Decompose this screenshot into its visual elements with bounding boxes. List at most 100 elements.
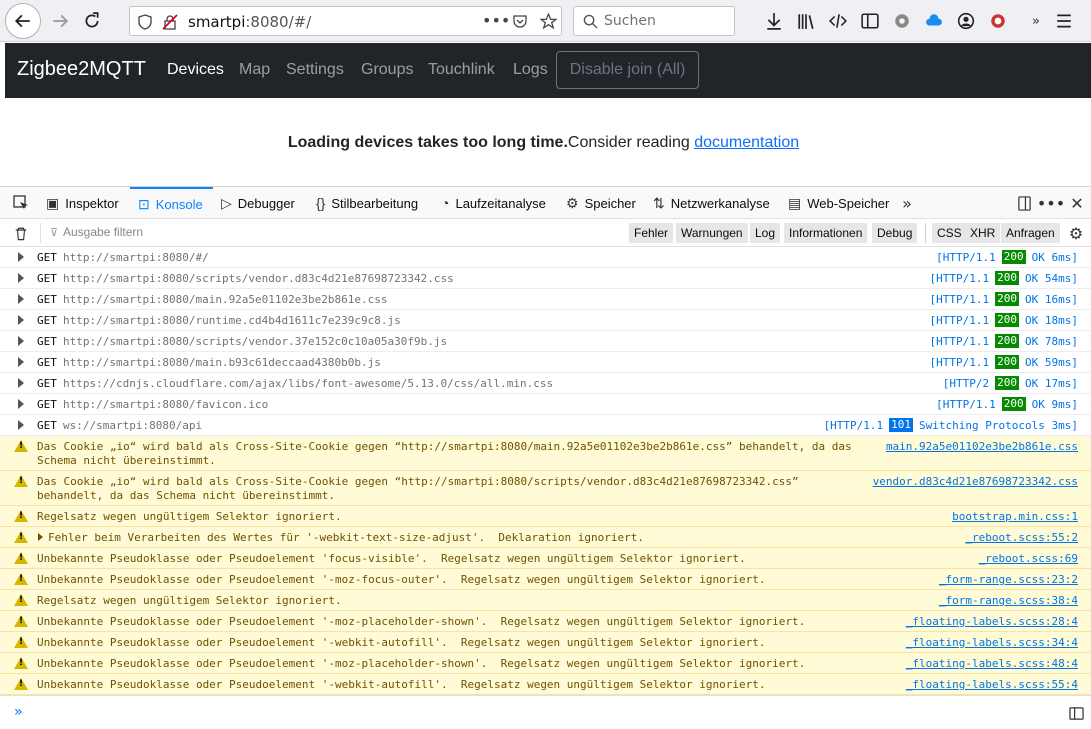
warning-row[interactable]: Fehler beim Verarbeiten des Wertes für '… xyxy=(0,527,1091,548)
network-icon: ⇅ xyxy=(653,194,665,211)
expand-triangle-icon[interactable] xyxy=(18,315,24,325)
warning-source-link[interactable]: _floating-labels.scss:34:4 xyxy=(906,636,1078,649)
devtools-panel: ▣ Inspektor ⊡ Konsole ▷ Debugger {} Stilbear… xyxy=(0,186,1091,729)
warning-source-link[interactable]: _floating-labels.scss:48:4 xyxy=(906,657,1078,670)
warning-source-link[interactable]: _reboot.scss:69 xyxy=(979,552,1078,565)
expand-triangle-icon[interactable] xyxy=(38,533,43,541)
search-icon xyxy=(583,14,598,29)
bookmark-star-icon[interactable] xyxy=(540,13,557,30)
disable-join-button[interactable]: Disable join (All) xyxy=(556,51,699,89)
filter-xhr-button[interactable]: XHR xyxy=(965,223,1001,243)
tab-inspector[interactable]: ▣ Inspektor xyxy=(46,187,119,219)
page-actions-icon[interactable]: ••• xyxy=(482,11,510,30)
dock-side-icon[interactable] xyxy=(1014,193,1034,213)
request-url: http://smartpi:8080/scripts/vendor.d83c4… xyxy=(63,272,454,285)
nav-settings[interactable]: Settings xyxy=(286,61,344,79)
expand-triangle-icon[interactable] xyxy=(18,294,24,304)
request-row[interactable]: GET http://smartpi:8080/runtime.cd4b4d16… xyxy=(0,310,1091,331)
request-row[interactable]: GET http://smartpi:8080/main.b93c61decca… xyxy=(0,352,1091,373)
cloud-extension-button[interactable] xyxy=(918,5,950,37)
warning-source-link[interactable]: bootstrap.min.css:1 xyxy=(952,510,1078,523)
status-code-badge: 200 xyxy=(1001,397,1026,411)
app-brand[interactable]: Zigbee2MQTT xyxy=(17,58,146,81)
more-tabs-icon[interactable]: » xyxy=(897,193,917,213)
account-button[interactable] xyxy=(950,5,982,37)
filter-css-button[interactable]: CSS xyxy=(932,223,967,243)
expand-triangle-icon[interactable] xyxy=(18,357,24,367)
filter-requests-button[interactable]: Anfragen xyxy=(1001,223,1060,243)
extension-button[interactable] xyxy=(886,5,918,37)
request-row[interactable]: GET https://cdnjs.cloudflare.com/ajax/li… xyxy=(0,373,1091,394)
menu-button[interactable] xyxy=(1048,5,1080,37)
warning-source-link[interactable]: _form-range.scss:38:4 xyxy=(939,594,1078,607)
warning-source-link[interactable]: _reboot.scss:55:2 xyxy=(965,531,1078,544)
filter-debug-button[interactable]: Debug xyxy=(872,223,918,243)
request-row[interactable]: GET http://smartpi:8080/scripts/vendor.3… xyxy=(0,331,1091,352)
addon-button[interactable] xyxy=(982,5,1014,37)
nav-groups[interactable]: Groups xyxy=(361,61,413,79)
warning-source-link[interactable]: vendor.d83c4d21e87698723342.css xyxy=(873,475,1078,488)
back-button[interactable] xyxy=(5,3,41,39)
tab-console[interactable]: ⊡ Konsole xyxy=(130,187,213,219)
filter-info-button[interactable]: Informationen xyxy=(784,223,868,243)
request-row[interactable]: GET http://smartpi:8080/#/ [HTTP/1.1 200 O… xyxy=(0,247,1091,268)
warning-row: Das Cookie „io“ wird bald als Cross-Site… xyxy=(0,436,1091,471)
warning-icon xyxy=(14,615,28,627)
settings-gear-icon[interactable]: ⚙ xyxy=(1066,223,1086,243)
filter-errors-button[interactable]: Fehler xyxy=(629,223,674,243)
tab-debugger[interactable]: ▷ Debugger xyxy=(221,187,295,219)
warning-row: Unbekannte Pseudoklasse oder Pseudoeleme… xyxy=(0,632,1091,653)
request-row[interactable]: GET http://smartpi:8080/main.92a5e01102e… xyxy=(0,289,1091,310)
tab-performance[interactable]: ◔ Laufzeitanalyse xyxy=(441,187,546,219)
pocket-icon[interactable] xyxy=(512,14,528,30)
trash-icon[interactable] xyxy=(11,223,31,243)
tab-storage[interactable]: ▤ Web-Speicher xyxy=(788,187,889,219)
forward-button[interactable] xyxy=(44,5,76,37)
tab-memory-label: Speicher xyxy=(584,195,636,211)
request-row[interactable]: GET ws://smartpi:8080/api [HTTP/1.1 101 Sw… xyxy=(0,415,1091,436)
more-options-icon[interactable]: ••• xyxy=(1037,193,1065,213)
nav-logs[interactable]: Logs xyxy=(513,61,548,79)
close-icon[interactable]: ✕ xyxy=(1067,193,1087,213)
warning-row: Unbekannte Pseudoklasse oder Pseudoeleme… xyxy=(0,653,1091,674)
shield-icon[interactable] xyxy=(138,14,152,30)
downloads-button[interactable] xyxy=(758,5,790,37)
expand-triangle-icon[interactable] xyxy=(18,378,24,388)
filter-log-button[interactable]: Log xyxy=(750,223,781,243)
expand-triangle-icon[interactable] xyxy=(18,420,24,430)
reload-button[interactable] xyxy=(76,5,108,37)
warning-source-link[interactable]: _form-range.scss:23:2 xyxy=(939,573,1078,586)
documentation-link[interactable]: documentation xyxy=(694,134,799,151)
library-button[interactable] xyxy=(790,5,822,37)
tab-style-editor[interactable]: {} Stilbearbeitung xyxy=(316,187,418,219)
split-console-icon[interactable] xyxy=(1066,703,1086,723)
element-picker-icon[interactable] xyxy=(11,193,31,213)
warning-source-link[interactable]: _floating-labels.scss:55:4 xyxy=(906,678,1078,691)
expand-triangle-icon[interactable] xyxy=(18,273,24,283)
console-input[interactable]: » xyxy=(0,695,1091,729)
sidebar-button[interactable] xyxy=(854,5,886,37)
expand-triangle-icon[interactable] xyxy=(18,336,24,346)
filter-input[interactable]: Ausgabe filtern xyxy=(63,225,143,239)
url-bar[interactable]: smartpi:8080/#/ ••• xyxy=(129,6,562,36)
insecure-lock-icon[interactable] xyxy=(162,14,178,30)
nav-touchlink[interactable]: Touchlink xyxy=(428,61,495,79)
filter-warnings-button[interactable]: Warnungen xyxy=(676,223,748,243)
tab-network[interactable]: ⇅ Netzwerkanalyse xyxy=(653,187,770,219)
developer-tools-button[interactable] xyxy=(822,5,854,37)
nav-map[interactable]: Map xyxy=(239,61,270,79)
warning-message: Unbekannte Pseudoklasse oder Pseudoeleme… xyxy=(37,573,766,586)
expand-triangle-icon[interactable] xyxy=(18,399,24,409)
warning-source-link[interactable]: main.92a5e01102e3be2b861e.css xyxy=(886,440,1078,453)
tab-memory[interactable]: ⚙ Speicher xyxy=(566,187,636,219)
nav-devices[interactable]: Devices xyxy=(167,61,224,79)
loading-message-strong: Loading devices takes too long time. xyxy=(287,134,568,151)
search-bar[interactable]: Suchen xyxy=(573,6,735,36)
warning-source-link[interactable]: _floating-labels.scss:28:4 xyxy=(906,615,1078,628)
request-status: [HTTP/1.1 200 OK 9ms] xyxy=(936,397,1078,411)
chevron-right-double-icon: » xyxy=(1032,13,1040,29)
request-row[interactable]: GET http://smartpi:8080/favicon.ico [HTT… xyxy=(0,394,1091,415)
request-protocol: [HTTP/2 xyxy=(942,376,990,390)
expand-triangle-icon[interactable] xyxy=(18,252,24,262)
request-row[interactable]: GET http://smartpi:8080/scripts/vendor.d… xyxy=(0,268,1091,289)
